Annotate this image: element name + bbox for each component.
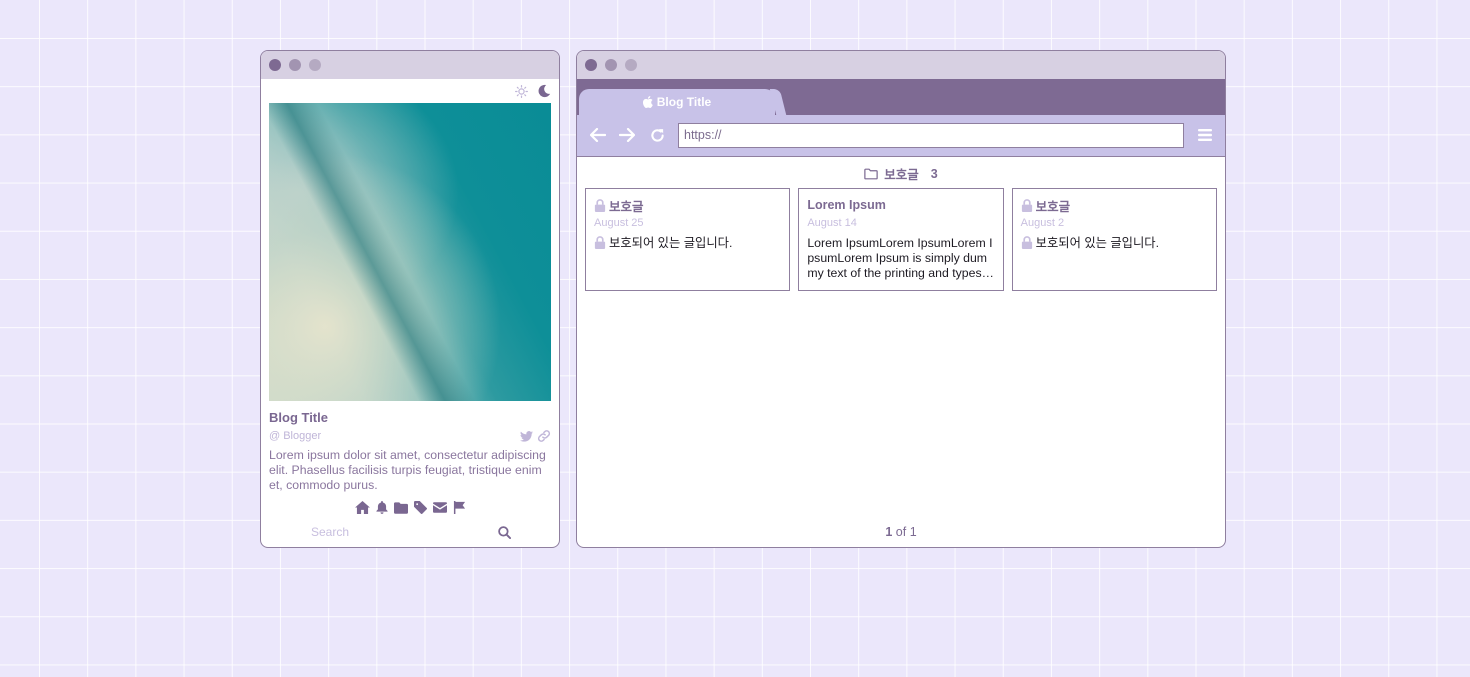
post-card[interactable]: 보호글 August 25 보호되어 있는 글입니다. xyxy=(585,188,791,291)
search-icon[interactable] xyxy=(498,525,511,539)
post-title[interactable]: 보호글 xyxy=(594,197,781,214)
tab-bar: Blog Title xyxy=(577,79,1225,115)
post-excerpt: 보호되어 있는 글입니다. xyxy=(594,236,781,251)
tag-icon[interactable] xyxy=(413,501,427,514)
folder-icon[interactable] xyxy=(393,501,408,514)
forward-arrow-icon[interactable] xyxy=(619,128,635,142)
profile-nav xyxy=(261,501,559,514)
lock-icon xyxy=(594,198,606,212)
bell-icon[interactable] xyxy=(375,501,388,514)
blog-description: Lorem ipsum dolor sit amet, consectetur … xyxy=(269,448,546,492)
sun-icon[interactable] xyxy=(515,84,528,98)
post-date: August 14 xyxy=(807,217,857,229)
blogger-name[interactable]: @ Blogger xyxy=(269,430,321,442)
page-of-label: of xyxy=(895,525,907,539)
maximize-window-button[interactable] xyxy=(625,59,637,71)
menu-icon[interactable] xyxy=(1198,129,1212,141)
post-title-text: 보호글 xyxy=(609,199,644,214)
refresh-icon[interactable] xyxy=(650,128,665,143)
cover-image xyxy=(269,103,551,401)
post-excerpt: 보호되어 있는 글입니다. xyxy=(1021,236,1208,251)
title-bar xyxy=(261,51,559,79)
post-excerpt-text: 보호되어 있는 글입니다. xyxy=(1035,236,1160,250)
total-pages: 1 xyxy=(909,525,917,539)
flag-icon[interactable] xyxy=(453,501,466,514)
post-title-text: Lorem Ipsum xyxy=(807,198,886,212)
title-bar xyxy=(577,51,1225,79)
post-card[interactable]: 보호글 August 2 보호되어 있는 글입니다. xyxy=(1011,188,1217,291)
maximize-window-button[interactable] xyxy=(309,59,321,71)
category-count: 3 xyxy=(930,166,938,181)
twitter-icon[interactable] xyxy=(520,430,533,442)
current-page[interactable]: 1 xyxy=(885,525,892,539)
lock-icon xyxy=(1021,236,1033,249)
post-date: August 2 xyxy=(1020,217,1065,229)
folder-outline-icon xyxy=(864,168,879,180)
social-links xyxy=(520,430,551,442)
back-arrow-icon[interactable] xyxy=(590,128,606,142)
category-name[interactable]: 보호글 xyxy=(884,164,919,183)
lock-icon xyxy=(594,236,606,249)
browser-window: Blog Title https:// 보호글 3 보호글 August 25 … xyxy=(576,50,1226,548)
mail-icon[interactable] xyxy=(432,502,447,513)
post-excerpt-text: Lorem IpsumLorem IpsumLorem IpsumLorem I… xyxy=(807,236,993,280)
category-header: 보호글 3 xyxy=(577,164,1225,183)
apple-icon xyxy=(642,96,653,108)
post-date: August 25 xyxy=(594,217,644,229)
tab-blog-title[interactable]: Blog Title xyxy=(579,89,775,115)
profile-window: Blog Title @ Blogger Lorem ipsum dolor s… xyxy=(260,50,560,548)
post-card[interactable]: Lorem Ipsum August 14 Lorem IpsumLorem I… xyxy=(798,188,1004,291)
pagination: 1 of 1 xyxy=(577,525,1225,539)
theme-toggle xyxy=(515,84,551,98)
blogger-row: @ Blogger xyxy=(269,430,551,442)
close-window-button[interactable] xyxy=(269,59,281,71)
minimize-window-button[interactable] xyxy=(605,59,617,71)
post-list: 보호글 August 25 보호되어 있는 글입니다. Lorem Ipsum … xyxy=(585,188,1217,291)
blog-title[interactable]: Blog Title xyxy=(269,410,328,425)
url-input[interactable]: https:// xyxy=(678,123,1184,148)
post-title-text: 보호글 xyxy=(1035,199,1071,214)
lock-icon xyxy=(1021,198,1033,212)
post-title[interactable]: 보호글 xyxy=(1021,197,1208,214)
post-excerpt-text: 보호되어 있는 글입니다. xyxy=(609,236,733,250)
post-excerpt: Lorem IpsumLorem IpsumLorem IpsumLorem I… xyxy=(807,236,994,281)
search-input[interactable] xyxy=(311,525,481,539)
close-window-button[interactable] xyxy=(585,59,597,71)
link-icon[interactable] xyxy=(537,430,551,442)
search-bar xyxy=(311,523,511,541)
minimize-window-button[interactable] xyxy=(289,59,301,71)
browser-toolbar: https:// xyxy=(577,115,1225,157)
tab-label: Blog Title xyxy=(656,95,712,109)
home-icon[interactable] xyxy=(354,501,370,514)
post-title[interactable]: Lorem Ipsum xyxy=(807,197,994,213)
moon-icon[interactable] xyxy=(537,84,551,98)
